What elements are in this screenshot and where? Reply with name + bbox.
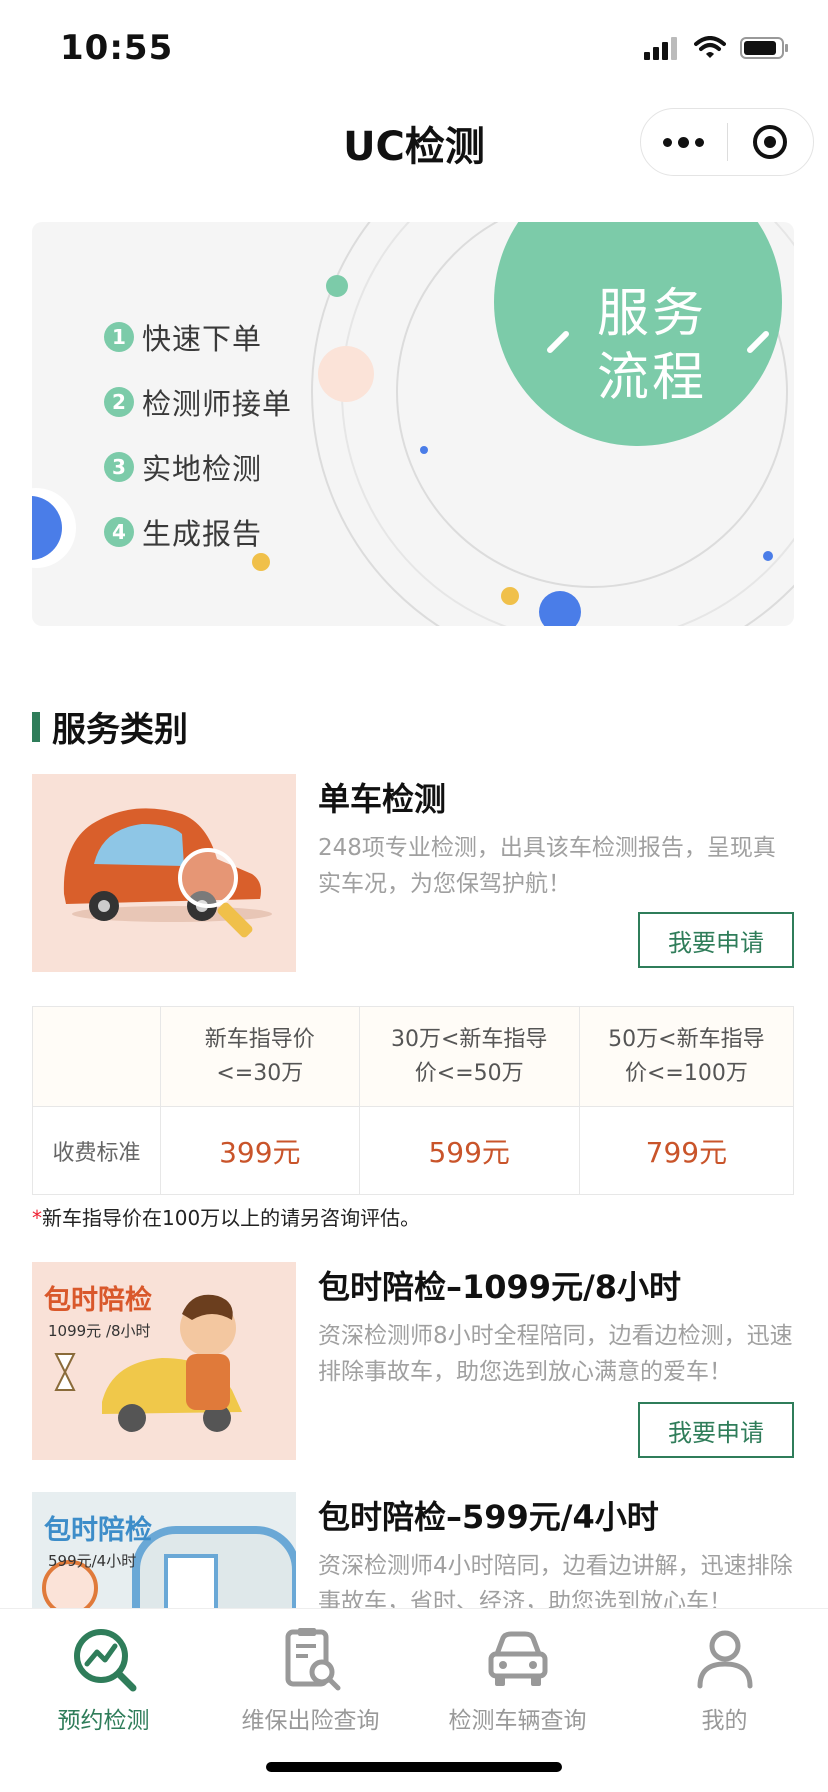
product-card-4h-accompany[interactable]: 包时陪检 599元/4小时 包时陪检–599元/4小时 资深检测师4小时陪同，边… xyxy=(32,1492,794,1608)
product-title: 包时陪检–599元/4小时 xyxy=(318,1498,659,1536)
section-title: 服务类别 xyxy=(52,710,188,750)
table-header-cell: 50万<新车指导价<=100万 xyxy=(578,1006,795,1107)
process-steps: 1 快速下单 2 检测师接单 3 实地检测 4 生成报告 xyxy=(104,304,292,564)
step-number: 2 xyxy=(104,386,134,417)
service-process-banner[interactable]: 1 快速下单 2 检测师接单 3 实地检测 4 生成报告 服务流程 xyxy=(32,222,794,626)
section-accent-bar xyxy=(32,711,40,742)
image-subtitle: 599元/4小时 xyxy=(48,1552,137,1570)
apply-button[interactable]: 我要申请 xyxy=(638,1402,794,1458)
document-search-icon xyxy=(207,1623,414,1695)
price-note: *新车指导价在100万以上的请另咨询评估。 xyxy=(32,1202,420,1231)
status-icons xyxy=(644,36,790,60)
table-row-label: 收费标准 xyxy=(32,1106,161,1195)
table-header-cell: 新车指导价<=30万 xyxy=(160,1006,360,1107)
image-subtitle: 1099元 /8小时 xyxy=(48,1322,151,1340)
service-process-badge: 服务流程 xyxy=(596,284,707,408)
car-icon xyxy=(414,1623,621,1695)
status-time: 10:55 xyxy=(60,28,174,68)
battery-icon xyxy=(740,37,788,59)
step-number: 4 xyxy=(104,516,134,547)
product-card-single-inspection[interactable]: 单车检测 248项专业检测，出具该车检测报告，呈现真实车况，为您保驾护航！ 我要… xyxy=(32,774,794,974)
product-title: 包时陪检–1099元/8小时 xyxy=(318,1268,682,1306)
step-label: 快速下单 xyxy=(142,321,263,356)
table-corner-cell xyxy=(32,1006,161,1107)
price-table: 新车指导价<=30万 30万<新车指导价<=50万 50万<新车指导价<=100… xyxy=(32,1006,795,1195)
car-magnifier-illustration xyxy=(32,774,296,972)
product-title: 单车检测 xyxy=(318,780,447,818)
close-mini-program-icon[interactable] xyxy=(728,109,814,175)
table-row: 收费标准 399元 599元 799元 xyxy=(32,1106,795,1195)
tab-label: 我的 xyxy=(701,1708,748,1734)
image-title: 包时陪检 xyxy=(44,1285,152,1316)
process-step: 2 检测师接单 xyxy=(104,369,292,434)
section-header: 服务类别 xyxy=(32,702,188,751)
tab-label: 维保出险查询 xyxy=(241,1708,380,1734)
product-image-car-inspection xyxy=(32,774,296,972)
tab-mine[interactable]: 我的 xyxy=(621,1623,828,1735)
wifi-icon xyxy=(694,36,726,58)
step-label: 检测师接单 xyxy=(142,386,293,421)
step-label: 实地检测 xyxy=(142,451,263,486)
product-card-8h-accompany[interactable]: 包时陪检 1099元 /8小时 包时陪检–1099元/8小时 资深检测师8小时全… xyxy=(32,1262,794,1462)
more-options-icon[interactable] xyxy=(641,109,727,175)
signal-icon xyxy=(644,37,677,60)
product-description: 资深检测师8小时全程陪同，边看边检测，迅速排除事故车，助您选到放心满意的爱车！ xyxy=(318,1323,793,1385)
note-asterisk: * xyxy=(32,1206,42,1230)
price-cell: 799元 xyxy=(578,1106,795,1195)
home-indicator[interactable] xyxy=(266,1762,562,1772)
process-step: 4 生成报告 xyxy=(104,499,292,564)
status-bar: 10:55 xyxy=(0,0,828,92)
tab-label: 检测车辆查询 xyxy=(448,1708,587,1734)
product-image-4h: 包时陪检 599元/4小时 xyxy=(32,1492,296,1608)
step-label: 生成报告 xyxy=(142,516,263,551)
price-table-header: 新车指导价<=30万 30万<新车指导价<=50万 50万<新车指导价<=100… xyxy=(32,1006,795,1107)
tab-label: 预约检测 xyxy=(57,1708,150,1734)
product-description: 248项专业检测，出具该车检测报告，呈现真实车况，为您保驾护航！ xyxy=(318,835,776,897)
product-description: 资深检测师4小时陪同，边看边讲解，迅速排除事故车，省时、经济，助您选到放心车！ xyxy=(318,1553,793,1608)
price-cell: 599元 xyxy=(358,1106,580,1195)
product-image-8h: 包时陪检 1099元 /8小时 xyxy=(32,1262,296,1460)
tab-appointment[interactable]: 预约检测 xyxy=(0,1623,207,1735)
table-header-cell: 30万<新车指导价<=50万 xyxy=(358,1006,580,1107)
tab-maintenance-query[interactable]: 维保出险查询 xyxy=(207,1623,414,1735)
step-number: 1 xyxy=(104,321,134,352)
image-title: 包时陪检 xyxy=(44,1515,152,1546)
mini-program-capsule xyxy=(640,108,814,176)
person-icon xyxy=(621,1623,828,1695)
step-number: 3 xyxy=(104,451,134,482)
process-step: 1 快速下单 xyxy=(104,304,292,369)
apply-button[interactable]: 我要申请 xyxy=(638,912,794,968)
note-text: 新车指导价在100万以上的请另咨询评估。 xyxy=(42,1206,421,1230)
process-step: 3 实地检测 xyxy=(104,434,292,499)
tab-vehicle-query[interactable]: 检测车辆查询 xyxy=(414,1623,621,1735)
nav-bar: UC检测 xyxy=(0,92,828,192)
chart-search-icon xyxy=(0,1623,207,1695)
price-cell: 399元 xyxy=(160,1106,360,1195)
